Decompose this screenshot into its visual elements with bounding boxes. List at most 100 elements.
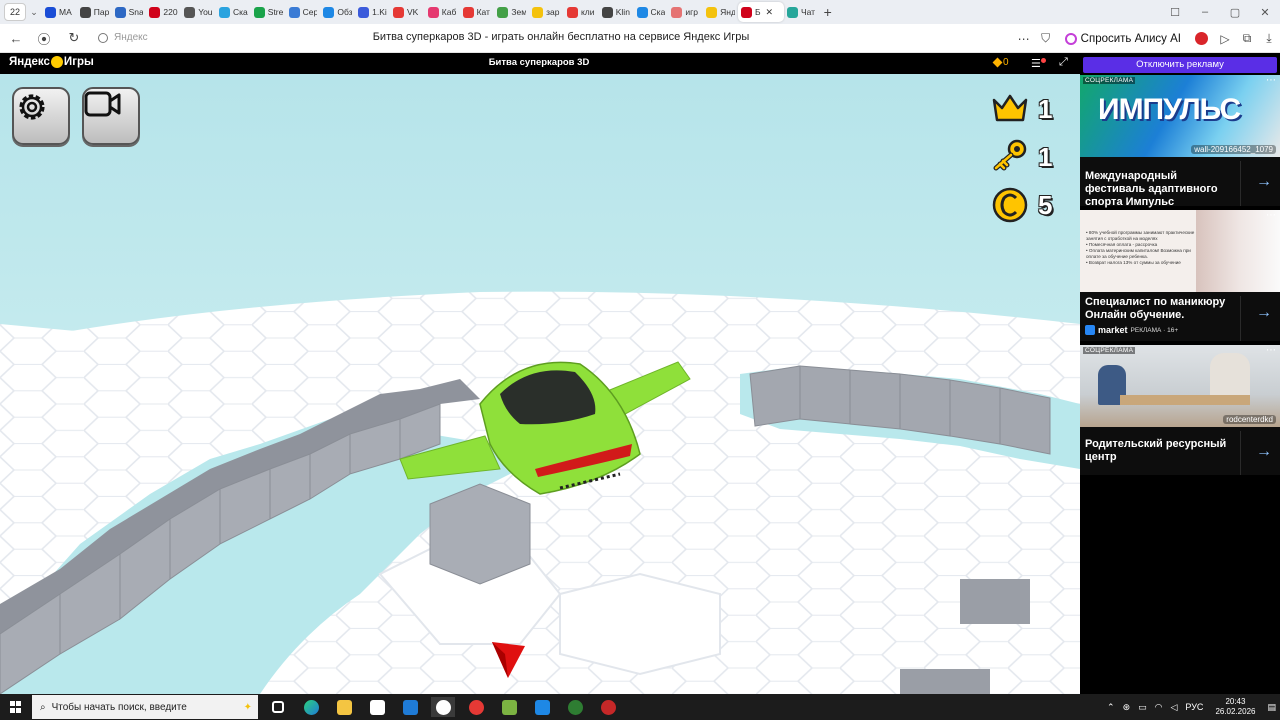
- crowns-counter: 1: [990, 90, 1070, 130]
- browser-tab[interactable]: MA: [42, 2, 77, 22]
- tab-favicon: [392, 6, 404, 18]
- browser-tab[interactable]: Янд: [703, 2, 738, 22]
- yan-balance[interactable]: 0: [992, 57, 1009, 68]
- browser-tab[interactable]: зар: [529, 2, 564, 22]
- browser-tab[interactable]: Сер: [286, 2, 321, 22]
- tab-favicon: [636, 6, 648, 18]
- mail-icon[interactable]: [398, 697, 422, 717]
- yandex-icon[interactable]: [464, 697, 488, 717]
- tab-list-chevron-icon[interactable]: ⌄: [26, 7, 42, 18]
- adblock-icon[interactable]: [1195, 32, 1208, 45]
- browser-tab[interactable]: Каб: [425, 2, 460, 22]
- browser-tab[interactable]: Кат: [460, 2, 495, 22]
- browser-tab[interactable]: Sna: [112, 2, 147, 22]
- maximize-window-icon[interactable]: ▢: [1220, 6, 1250, 19]
- game-canvas[interactable]: 1 1 5: [0, 74, 1080, 694]
- wifi-icon[interactable]: ◠: [1155, 702, 1163, 713]
- windows-start-icon[interactable]: [10, 701, 22, 713]
- menu-icon[interactable]: ☰: [1031, 57, 1041, 70]
- ad-image: ИМПУЛЬС СОЦРЕКЛАМА ⋯ wall-209166452_1079: [1080, 75, 1280, 157]
- arrow-right-icon[interactable]: →: [1256, 304, 1272, 322]
- browser-tab[interactable]: кли: [564, 2, 599, 22]
- minecraft-launcher-icon[interactable]: [497, 697, 521, 717]
- close-window-icon[interactable]: ✕: [1250, 6, 1280, 19]
- clock[interactable]: 20:43 26.02.2026: [1215, 697, 1255, 717]
- downloads-icon[interactable]: ⤓: [1258, 31, 1280, 46]
- browser-tab[interactable]: Stre: [251, 2, 286, 22]
- tab-favicon: [601, 6, 613, 18]
- coins-value: 5: [1038, 190, 1053, 220]
- ad-image-line: • 80% учебной программы занимают практич…: [1086, 230, 1195, 241]
- screen: 22 ⌄ MA Пар Sna 220 You Ска Stre Сер Обз 1.Ki VK Ка…: [0, 0, 1280, 720]
- media-icon[interactable]: ▷: [1214, 32, 1236, 46]
- ad-card-impulse[interactable]: ИМПУЛЬС СОЦРЕКЛАМА ⋯ wall-209166452_1079…: [1080, 75, 1280, 208]
- new-tab-button[interactable]: +: [819, 4, 837, 20]
- tab-title: You: [198, 7, 213, 17]
- browser-tab[interactable]: 1.Ki: [355, 2, 390, 22]
- page-title[interactable]: Битва суперкаров 3D - играть онлайн бесп…: [0, 31, 1122, 43]
- minimize-window-icon[interactable]: –: [1190, 6, 1220, 18]
- notifications-icon[interactable]: ▤: [1267, 702, 1276, 713]
- browser-tab[interactable]: You: [181, 2, 216, 22]
- arrow-right-icon[interactable]: →: [1256, 173, 1272, 191]
- tab-count-button[interactable]: 22: [4, 3, 26, 21]
- browser-tab[interactable]: Klin: [599, 2, 634, 22]
- browser-tab[interactable]: 220: [146, 2, 181, 22]
- taskbar-search[interactable]: ⌕ Чтобы начать поиск, введите ✦: [32, 695, 258, 719]
- tab-chat[interactable]: Чат: [784, 2, 819, 22]
- ad-divider: [1240, 296, 1241, 341]
- edge-icon[interactable]: [299, 697, 323, 717]
- ad-image-text: ИМПУЛЬС: [1098, 93, 1241, 126]
- browser-tab[interactable]: Зем: [494, 2, 529, 22]
- file-explorer-icon[interactable]: [332, 697, 356, 717]
- fullscreen-icon[interactable]: ⤢: [1059, 56, 1068, 69]
- tab-title: Stre: [267, 7, 283, 17]
- bookmark-icon[interactable]: ⛉: [1035, 31, 1057, 46]
- store-icon[interactable]: [365, 697, 389, 717]
- browser-tab[interactable]: Ска: [216, 2, 251, 22]
- yandex-browser-icon[interactable]: [431, 697, 455, 717]
- search-placeholder: Чтобы начать поиск, введите: [51, 701, 187, 713]
- arrow-right-icon[interactable]: →: [1256, 443, 1272, 461]
- tab-favicon: [184, 6, 196, 18]
- ad-text: Международный фестиваль адаптивного спор…: [1085, 170, 1218, 208]
- bookmark-panel-icon[interactable]: ☐: [1160, 6, 1190, 19]
- tray-chevron-icon[interactable]: ⌃: [1107, 702, 1115, 713]
- game-scene: [0, 291, 1080, 694]
- ad-menu-dots-icon[interactable]: ⋯: [1266, 345, 1276, 356]
- tab-favicon: [566, 6, 578, 18]
- address-bar-actions: ⋯ ⛉ Спросить Алису AI ▷ ⧉ ⤓: [1013, 24, 1280, 53]
- recorder-icon[interactable]: [596, 697, 620, 717]
- extensions-icon[interactable]: ⧉: [1236, 31, 1258, 46]
- tab-title: Б: [754, 7, 761, 17]
- ad-label: РЕКЛАМА · 16+: [1130, 326, 1179, 334]
- browser-tab[interactable]: Обз: [320, 2, 355, 22]
- browser-tab[interactable]: Пар: [77, 2, 112, 22]
- ad-card-parent-center[interactable]: СОЦРЕКЛАМА ⋯ rodcenterdkd Родительский р…: [1080, 345, 1280, 475]
- task-view-icon[interactable]: [266, 697, 290, 717]
- disable-ads-button[interactable]: Отключить рекламу: [1083, 57, 1277, 73]
- tab-title: Кат: [476, 7, 490, 17]
- browser-tab-strip: 22 ⌄ MA Пар Sna 220 You Ска Stre Сер Обз 1.Ki VK Ка…: [0, 0, 1280, 24]
- settings-button[interactable]: [12, 87, 70, 145]
- xbox-icon[interactable]: [563, 697, 587, 717]
- player-icon[interactable]: [530, 697, 554, 717]
- tab-list: MA Пар Sna 220 You Ска Stre Сер Обз 1.Ki VK Каб Кат З…: [42, 0, 738, 24]
- ad-menu-dots-icon[interactable]: ⋯: [1266, 75, 1276, 86]
- tray-app-icon[interactable]: ⊛: [1123, 702, 1131, 713]
- ask-alice-button[interactable]: Спросить Алису AI: [1064, 32, 1181, 45]
- volume-icon[interactable]: ◁: [1170, 702, 1177, 713]
- browser-tab[interactable]: VK: [390, 2, 425, 22]
- ad-text: Специалист по маникюру Онлайн обучение.: [1085, 296, 1226, 321]
- tab-favicon: [532, 6, 544, 18]
- camera-button[interactable]: [82, 87, 140, 145]
- tab-active[interactable]: Б ✕: [737, 2, 784, 22]
- browser-tab[interactable]: Ска: [634, 2, 669, 22]
- language-indicator[interactable]: РУС: [1185, 702, 1203, 712]
- tab-close-icon[interactable]: ✕: [766, 7, 774, 18]
- network-icon[interactable]: ▭: [1138, 702, 1147, 713]
- more-dots-icon[interactable]: ⋯: [1013, 32, 1035, 46]
- ad-card-manicure[interactable]: • 80% учебной программы занимают практич…: [1080, 210, 1280, 341]
- browser-tab[interactable]: игр: [668, 2, 703, 22]
- ad-menu-dots-icon[interactable]: ⋯: [1266, 210, 1276, 221]
